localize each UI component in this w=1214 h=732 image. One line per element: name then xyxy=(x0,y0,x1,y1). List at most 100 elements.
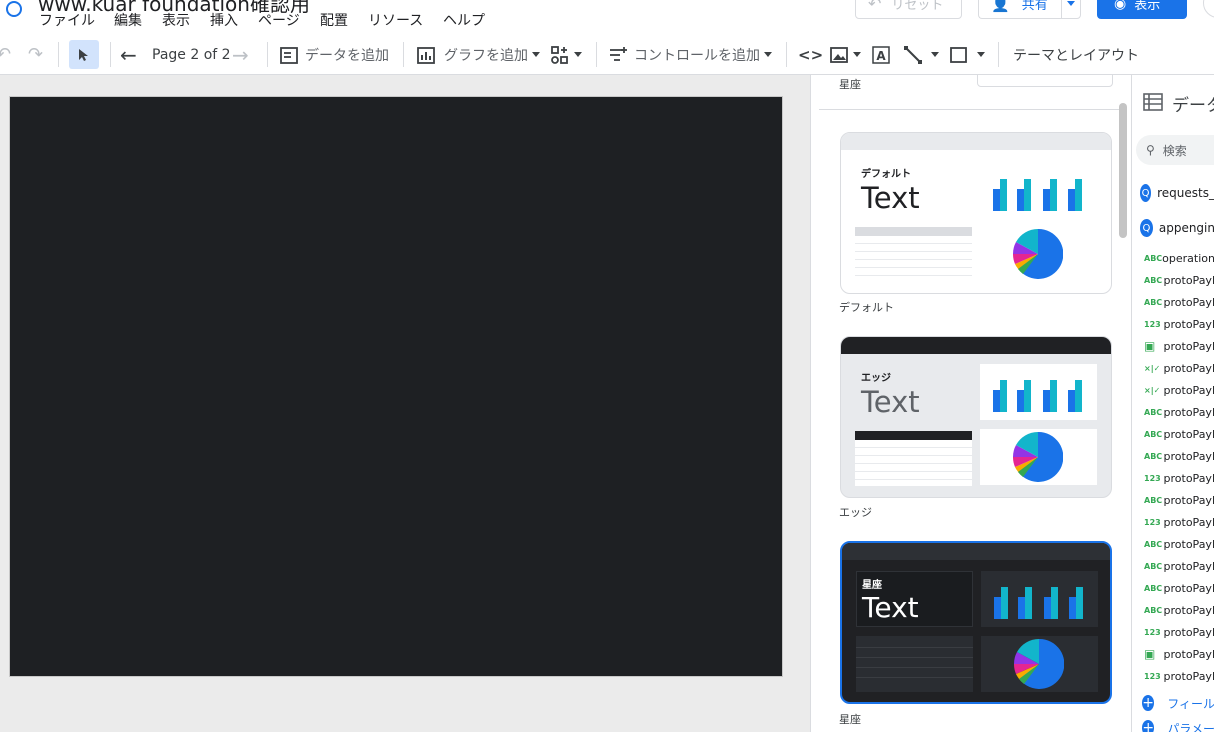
redo-icon[interactable]: ↷ xyxy=(28,34,43,75)
theme-label-edge: エッジ xyxy=(839,506,872,519)
field-type-icon: ABC xyxy=(1144,495,1163,505)
bar xyxy=(1051,587,1058,619)
menu-arrange[interactable]: 配置 xyxy=(320,10,348,30)
view-button[interactable]: ◉ 表示 xyxy=(1097,0,1187,19)
bar xyxy=(1001,587,1008,619)
embed-code-icon[interactable]: <> xyxy=(798,34,823,75)
select-tool-button[interactable] xyxy=(69,40,99,69)
card-text: Text xyxy=(861,385,920,419)
table-line xyxy=(855,259,972,260)
view-label: 表示 xyxy=(1134,0,1161,13)
bar xyxy=(1068,390,1075,412)
field-item[interactable]: ABC protoPayl xyxy=(1132,489,1214,511)
account-avatar[interactable] xyxy=(1203,0,1214,18)
theme-card-constellation[interactable]: 星座 Text xyxy=(840,541,1112,704)
field-item[interactable]: ABC protoPayl xyxy=(1132,555,1214,577)
calendar-icon: ▣ xyxy=(1144,647,1156,661)
table-line xyxy=(855,275,972,276)
table-line xyxy=(855,447,972,448)
bigquery-icon: Q xyxy=(1140,219,1153,237)
add-field-button[interactable]: + フィール xyxy=(1132,692,1214,714)
field-type-icon: 123 xyxy=(1144,319,1161,329)
line-button[interactable] xyxy=(903,34,939,75)
table-line xyxy=(856,667,973,668)
field-item[interactable]: ABC protoPayl xyxy=(1132,599,1214,621)
field-item[interactable]: 123 protoPayl xyxy=(1132,665,1214,687)
report-page[interactable] xyxy=(9,96,783,677)
field-item[interactable]: 123 protoPayl xyxy=(1132,621,1214,643)
field-type-icon: ABC xyxy=(1144,451,1163,461)
add-control-button[interactable]: コントロールを追加 xyxy=(608,34,772,75)
rectangle-icon xyxy=(950,46,967,63)
menu-help[interactable]: ヘルプ xyxy=(443,10,485,30)
theme-dropdown[interactable] xyxy=(977,75,1113,87)
shape-button[interactable] xyxy=(949,34,985,75)
field-item[interactable]: ABC protoPayl xyxy=(1132,269,1214,291)
toolbar: ↶ ↷ ← Page 2 of 2 → データを追加 グラフを追加 コントロール… xyxy=(0,34,1214,75)
text-box-icon[interactable]: A xyxy=(871,34,891,75)
field-item[interactable]: 123 protoPayl xyxy=(1132,467,1214,489)
field-item[interactable]: ▣ protoPayl xyxy=(1132,335,1214,357)
menu-resource[interactable]: リソース xyxy=(368,10,423,30)
table-line xyxy=(855,479,972,480)
field-item[interactable]: ▣ protoPayl xyxy=(1132,643,1214,665)
field-name: protoPayl xyxy=(1163,603,1214,617)
next-page-icon[interactable]: → xyxy=(232,34,249,75)
field-item[interactable]: ABC protoPayl xyxy=(1132,401,1214,423)
table-line xyxy=(855,243,972,244)
prev-page-icon[interactable]: ← xyxy=(120,34,137,75)
undo-icon[interactable]: ↶ xyxy=(0,34,11,75)
data-source-name: requests_ xyxy=(1157,186,1214,200)
reset-button[interactable]: ↶ リセット xyxy=(855,0,962,19)
add-chart-button[interactable]: グラフを追加 xyxy=(416,34,540,75)
theme-card-edge[interactable]: エッジ Text xyxy=(840,336,1112,498)
undo-arrow-icon: ↶ xyxy=(868,0,882,13)
field-item[interactable]: ABC protoPayl xyxy=(1132,291,1214,313)
field-item[interactable]: ABC protoPayl xyxy=(1132,577,1214,599)
field-type-icon: ABC xyxy=(1144,429,1163,439)
looker-studio-logo-icon[interactable] xyxy=(6,1,22,17)
field-item[interactable]: 123 protoPayl xyxy=(1132,313,1214,335)
card-title: 星座 xyxy=(862,580,882,591)
panel-scrollbar[interactable] xyxy=(1119,103,1127,238)
field-item[interactable]: ×|✓ protoPayl xyxy=(1132,379,1214,401)
bar xyxy=(1018,597,1025,619)
menu-view[interactable]: 表示 xyxy=(162,10,190,30)
share-button[interactable]: 👤 共有 xyxy=(978,0,1062,19)
bar xyxy=(1069,597,1076,619)
bar xyxy=(993,390,1000,412)
field-name: protoPayl xyxy=(1163,449,1214,463)
eye-icon: ◉ xyxy=(1114,0,1127,12)
search-field[interactable]: ⚲ 検索 xyxy=(1136,135,1214,165)
field-item[interactable]: 123 protoPayl xyxy=(1132,511,1214,533)
theme-card-default[interactable]: デフォルト Text xyxy=(840,132,1112,294)
menu-edit[interactable]: 編集 xyxy=(114,10,142,30)
menu-insert[interactable]: 挿入 xyxy=(210,10,238,30)
menu-page[interactable]: ページ xyxy=(258,10,300,30)
field-item[interactable]: ABC operation xyxy=(1132,247,1214,269)
field-item[interactable]: ABC protoPayl xyxy=(1132,445,1214,467)
community-viz-button[interactable] xyxy=(550,34,582,75)
data-source-item[interactable]: Q appengin xyxy=(1132,215,1214,241)
field-name: protoPayl xyxy=(1163,647,1214,661)
field-item[interactable]: ×|✓ protoPayl xyxy=(1132,357,1214,379)
share-dropdown-button[interactable] xyxy=(1061,0,1081,19)
toolbar-divider xyxy=(998,42,999,67)
theme-layout-button[interactable]: テーマとレイアウト xyxy=(1013,34,1139,75)
add-data-button[interactable]: データを追加 xyxy=(279,34,389,75)
menu-file[interactable]: ファイル xyxy=(39,10,95,30)
toolbar-divider xyxy=(110,42,111,67)
field-name: protoPayl xyxy=(1163,515,1214,529)
report-canvas-area xyxy=(0,75,810,732)
page-indicator[interactable]: Page 2 of 2 xyxy=(152,34,231,75)
add-parameter-button[interactable]: + パラメー xyxy=(1132,717,1214,732)
image-button[interactable] xyxy=(829,34,861,75)
data-source-item[interactable]: Q requests_ xyxy=(1132,180,1214,206)
field-type-icon: ABC xyxy=(1144,605,1163,615)
chevron-down-icon xyxy=(574,52,582,57)
field-item[interactable]: ABC protoPayl xyxy=(1132,423,1214,445)
chevron-down-icon xyxy=(1067,1,1075,6)
field-item[interactable]: ABC protoPayl xyxy=(1132,533,1214,555)
add-circle-icon: + xyxy=(1142,720,1155,732)
mini-pie-chart xyxy=(1013,432,1063,482)
